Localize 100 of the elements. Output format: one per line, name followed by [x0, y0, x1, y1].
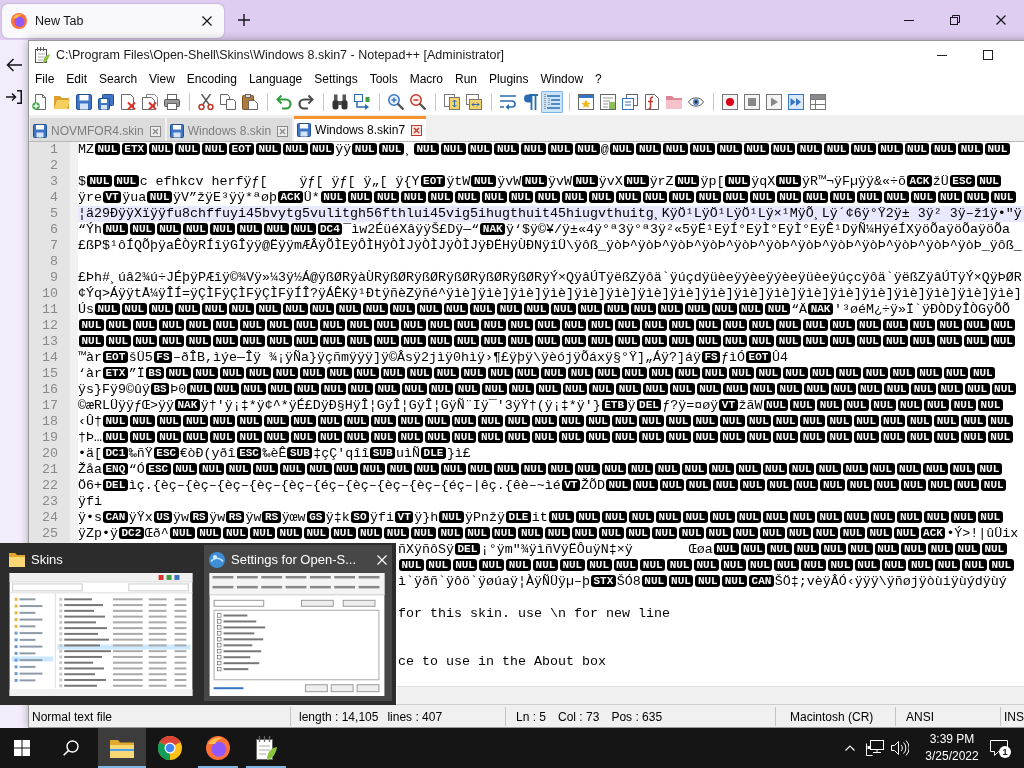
control-character: NUL — [643, 383, 668, 395]
control-character: NUL — [407, 367, 433, 379]
menu-item[interactable]: Window — [534, 69, 590, 89]
file-tab[interactable]: Windows 8.skin7 — [294, 116, 427, 141]
close-icon[interactable] — [996, 15, 1006, 25]
horizontal-scrollbar[interactable] — [397, 686, 1024, 704]
control-character: NUL — [397, 415, 423, 427]
maximize-icon[interactable] — [983, 50, 993, 60]
menu-item[interactable]: Settings — [308, 69, 364, 89]
replace-icon — [354, 94, 370, 110]
toolbar-button[interactable] — [597, 91, 619, 113]
control-character: NUL — [533, 559, 558, 571]
taskbar-button[interactable] — [98, 728, 146, 768]
plus-icon[interactable] — [238, 14, 250, 26]
clock-time[interactable]: 3:39 PM — [920, 731, 984, 748]
control-character: NUL — [113, 175, 139, 187]
close-file-icon — [120, 94, 136, 110]
control-character: RS — [262, 511, 281, 523]
control-character: NUL — [963, 319, 989, 331]
toolbar-button[interactable] — [407, 91, 429, 113]
control-character: NUL — [379, 143, 404, 155]
chevron-up-icon[interactable] — [844, 745, 855, 751]
code-text: Ü* — [303, 190, 320, 205]
control-character: NUL — [616, 383, 641, 395]
toolbar-button[interactable] — [239, 91, 261, 113]
control-character: NUL — [317, 431, 343, 443]
restore-icon[interactable] — [950, 15, 960, 25]
menu-item[interactable]: ? — [589, 69, 608, 89]
menu-item[interactable]: Language — [242, 69, 309, 89]
toolbar-button[interactable] — [575, 91, 597, 113]
back-arrow-icon[interactable] — [6, 58, 22, 72]
speaker-icon[interactable] — [890, 740, 909, 756]
control-character: NUL — [267, 383, 293, 395]
network-icon[interactable] — [865, 740, 884, 756]
code-text: šÜ5 — [128, 350, 153, 365]
window-preview[interactable] — [9, 572, 193, 696]
control-character: NUL — [357, 527, 383, 539]
toolbar-button[interactable] — [95, 91, 117, 113]
control-character: NUL — [589, 383, 615, 395]
toolbar-button[interactable] — [351, 91, 373, 113]
line-number: 22 — [41, 478, 59, 494]
search-icon[interactable] — [63, 740, 79, 756]
control-character: NUL — [826, 415, 852, 427]
control-character: NUL — [629, 511, 655, 523]
code-text: ÿvW — [548, 174, 572, 189]
control-character: NUL — [321, 383, 347, 395]
window-preview[interactable] — [209, 572, 385, 696]
control-character: NUL — [817, 399, 842, 411]
menu-item[interactable]: Macro — [403, 69, 449, 89]
toolbar-button[interactable] — [619, 91, 641, 113]
control-character: DC2 — [119, 527, 144, 539]
control-character: NUL — [669, 191, 695, 203]
control-character: NUL — [518, 527, 544, 539]
menu-item[interactable]: Search — [93, 69, 144, 89]
toolbar-button[interactable] — [161, 91, 183, 113]
control-character: NUL — [628, 463, 654, 475]
control-character: NUL — [273, 367, 299, 379]
menu-item[interactable]: View — [143, 69, 181, 89]
control-character: SO — [350, 511, 370, 523]
control-character: NUL — [692, 431, 718, 443]
control-character: NUL — [708, 463, 734, 475]
control-character: NUL — [290, 431, 316, 443]
clock-date[interactable]: 3/25/2022 — [920, 748, 984, 765]
folder-icon — [9, 551, 25, 568]
control-character: NUL — [763, 399, 789, 411]
menu-item[interactable]: Edit — [60, 69, 94, 89]
control-character: NUL — [740, 479, 765, 491]
undo-icon — [276, 94, 292, 110]
minimize-icon[interactable] — [904, 19, 914, 21]
menu-item[interactable]: Run — [449, 69, 484, 89]
control-character: NUL — [693, 559, 719, 571]
menu-item[interactable]: Tools — [363, 69, 404, 89]
menu-item[interactable]: Encoding — [180, 69, 243, 89]
control-character: NUL — [854, 559, 880, 571]
toolbar-button[interactable] — [385, 91, 407, 113]
hovered-preview-card[interactable]: Settings for Open-S... — [204, 545, 392, 701]
browser-tab[interactable]: New Tab — [2, 4, 224, 38]
control-character: NUL — [722, 335, 748, 347]
toolbar-button[interactable] — [195, 91, 217, 113]
menu-item[interactable]: File — [29, 69, 61, 89]
toolbar-button[interactable] — [73, 91, 95, 113]
open-folder-icon — [54, 94, 70, 110]
close-icon[interactable] — [202, 16, 212, 26]
control-character: NUL — [924, 399, 950, 411]
control-character: VT — [103, 191, 122, 203]
eye-icon — [688, 94, 704, 110]
notepad-icon — [255, 736, 277, 760]
control-character: NUL — [987, 415, 1013, 427]
notification-icon[interactable] — [990, 740, 1008, 756]
menu-item[interactable]: Plugins — [483, 69, 535, 89]
control-character: NUL — [373, 319, 399, 331]
control-character: NUL — [659, 479, 685, 491]
control-character: NUL — [505, 415, 530, 427]
control-character: NUL — [719, 415, 745, 427]
toolbar-button[interactable] — [217, 91, 239, 113]
minimize-icon[interactable] — [937, 54, 947, 56]
line-number: 4 — [49, 190, 59, 206]
control-character: NUL — [910, 191, 936, 203]
start-icon[interactable] — [14, 740, 30, 756]
arrow-bracket-icon[interactable] — [6, 90, 22, 104]
